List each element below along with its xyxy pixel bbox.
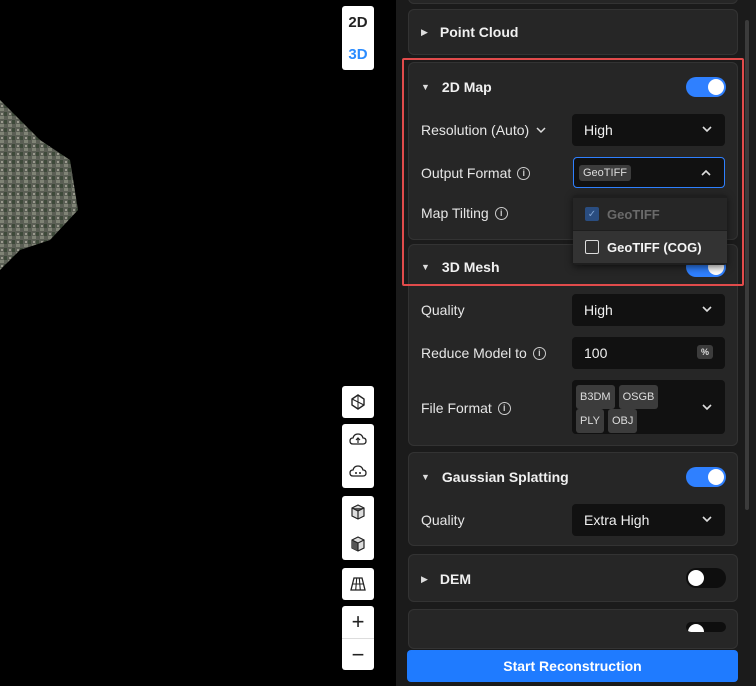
output-format-dropdown: ✓ GeoTIFF GeoTIFF (COG): [573, 195, 727, 265]
chevron-down-icon: [702, 126, 712, 133]
file-format-tags: B3DM OSGB PLY OBJ: [576, 385, 686, 433]
gaussian-quality-select[interactable]: Extra High: [572, 504, 725, 536]
option-geotiff-cog[interactable]: GeoTIFF (COG): [573, 231, 727, 263]
checkbox-icon[interactable]: [585, 240, 599, 254]
gaussian-quality-label: Quality: [421, 512, 465, 528]
chevron-up-icon: [701, 169, 711, 176]
next-card-toggle[interactable]: [686, 622, 726, 632]
resolution-label[interactable]: Resolution (Auto): [421, 122, 547, 138]
cloud-upload-icon: [349, 433, 367, 445]
zoom-in-button[interactable]: +: [342, 606, 374, 638]
format-tag-ply[interactable]: PLY: [576, 409, 604, 433]
start-reconstruction-button[interactable]: Start Reconstruction: [407, 650, 738, 682]
map-tilting-label: Map Tilting i: [421, 205, 508, 221]
view-2d-button[interactable]: 2D: [342, 6, 374, 38]
expand-triangle-icon: ▶: [421, 573, 428, 584]
info-icon[interactable]: i: [497, 401, 511, 415]
cloud-upload-button[interactable]: [342, 424, 374, 456]
zoom-out-button[interactable]: −: [342, 638, 374, 670]
3d-mesh-title: 3D Mesh: [441, 259, 500, 275]
point-cloud-header[interactable]: ▶ Point Cloud: [421, 24, 518, 40]
reduce-model-label: Reduce Model to i: [421, 345, 546, 361]
output-format-tag: GeoTIFF: [579, 164, 632, 181]
chevron-down-icon: [536, 127, 546, 134]
output-format-label: Output Format i: [421, 165, 531, 181]
expand-triangle-icon: ▶: [421, 26, 428, 37]
compass-icon: [351, 394, 365, 410]
3d-viewport[interactable]: 2D 3D + −: [0, 0, 396, 686]
cube-front-icon: [351, 536, 365, 552]
percent-unit: %: [696, 345, 713, 359]
view-mode-toggle: 2D 3D: [342, 6, 374, 70]
grid-button[interactable]: [342, 568, 374, 600]
top-view-button[interactable]: [342, 496, 374, 528]
point-cloud-card[interactable]: ▶ Point Cloud: [408, 9, 738, 55]
2d-map-header[interactable]: ▼ 2D Map: [421, 79, 492, 95]
chevron-down-icon: [702, 404, 712, 411]
dem-toggle[interactable]: [686, 568, 726, 588]
cube-view-tools: [342, 496, 374, 560]
chevron-down-icon: [702, 516, 712, 523]
checkbox-checked-icon: ✓: [585, 207, 599, 221]
2d-map-title: 2D Map: [441, 79, 492, 95]
file-format-select[interactable]: B3DM OSGB PLY OBJ: [572, 380, 725, 434]
info-icon[interactable]: i: [494, 206, 508, 220]
format-tag-obj[interactable]: OBJ: [607, 409, 638, 433]
panel-scrollbar[interactable]: [744, 0, 750, 530]
point-cloud-title: Point Cloud: [439, 24, 519, 40]
front-view-button[interactable]: [342, 528, 374, 560]
output-format-select[interactable]: GeoTIFF: [573, 157, 725, 188]
reconstruction-preview: [0, 100, 78, 270]
card-top-edge: [408, 0, 738, 4]
collapse-triangle-icon: ▼: [421, 82, 430, 92]
chevron-down-icon: [702, 306, 712, 313]
cloud-download-button[interactable]: [342, 456, 374, 488]
compass-button[interactable]: [342, 386, 374, 418]
format-tag-b3dm[interactable]: B3DM: [576, 385, 615, 409]
mesh-quality-label: Quality: [421, 302, 465, 318]
option-geotiff: ✓ GeoTIFF: [573, 198, 727, 230]
resolution-select[interactable]: High: [572, 114, 725, 146]
cloud-tools: [342, 424, 374, 488]
grid-icon: [350, 577, 366, 591]
2d-map-toggle[interactable]: [686, 77, 726, 97]
file-format-label: File Format i: [421, 400, 511, 416]
dem-header[interactable]: ▶ DEM: [421, 571, 471, 587]
collapse-triangle-icon: ▼: [421, 472, 430, 482]
reduce-model-input[interactable]: 100 %: [572, 337, 725, 369]
info-icon[interactable]: i: [517, 166, 531, 180]
mesh-quality-select[interactable]: High: [572, 294, 725, 326]
collapse-triangle-icon: ▼: [421, 262, 430, 272]
cube-top-icon: [351, 504, 365, 520]
3d-mesh-header[interactable]: ▼ 3D Mesh: [421, 259, 500, 275]
view-3d-button[interactable]: 3D: [342, 38, 374, 70]
cloud-download-icon: [349, 465, 367, 477]
format-tag-osgb[interactable]: OSGB: [618, 385, 659, 409]
zoom-controls: + −: [342, 606, 374, 670]
gaussian-header[interactable]: ▼ Gaussian Splatting: [421, 469, 569, 485]
gaussian-title: Gaussian Splatting: [441, 469, 569, 485]
gaussian-toggle[interactable]: [686, 467, 726, 487]
info-icon[interactable]: i: [532, 346, 546, 360]
dem-title: DEM: [439, 571, 472, 587]
